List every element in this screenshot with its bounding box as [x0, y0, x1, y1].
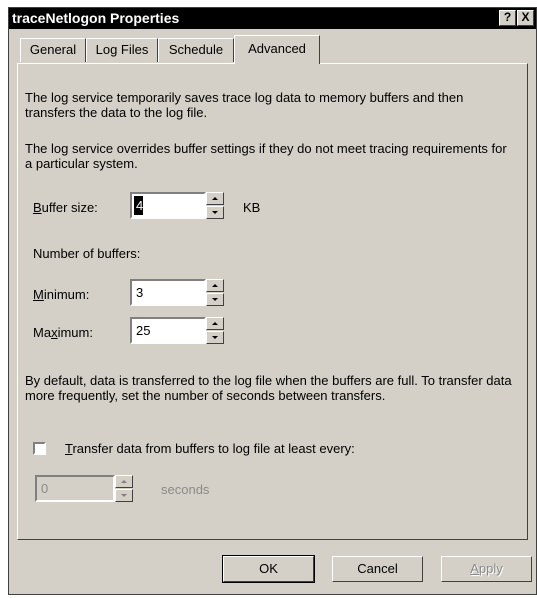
advanced-tab-panel	[17, 63, 528, 540]
cancel-button[interactable]: Cancel	[332, 556, 423, 582]
help-button[interactable]: ?	[499, 10, 516, 26]
tab-general[interactable]: General	[20, 38, 86, 62]
tab-advanced[interactable]: Advanced	[234, 35, 320, 64]
tab-schedule[interactable]: Schedule	[158, 38, 234, 62]
close-button[interactable]: X	[517, 10, 534, 26]
apply-button[interactable]: Apply	[441, 556, 532, 582]
title-bar[interactable]: traceNetlogon Properties ? X	[9, 8, 536, 29]
ok-button[interactable]: OK	[222, 555, 315, 583]
window-title: traceNetlogon Properties	[12, 10, 180, 26]
tab-log-files[interactable]: Log Files	[86, 38, 158, 62]
